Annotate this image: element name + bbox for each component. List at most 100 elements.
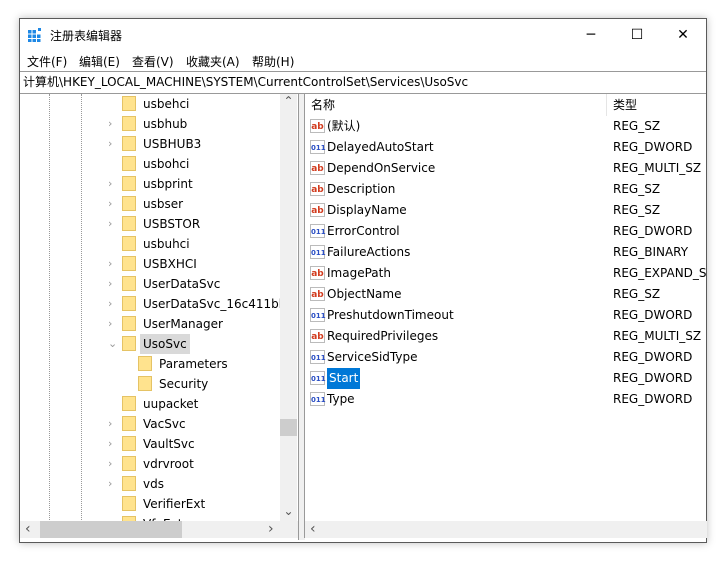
- tree-item[interactable]: › VaultSvc: [20, 434, 280, 454]
- tree-item[interactable]: › usbhub: [20, 114, 280, 134]
- menu-favorites[interactable]: 收藏夹(A): [186, 53, 240, 70]
- menu-bar: 文件(F) 编辑(E) 查看(V) 收藏夹(A) 帮助(H): [20, 51, 706, 71]
- value-row[interactable]: 011 FailureActions REG_BINARY: [305, 242, 707, 263]
- tree-item[interactable]: › USBSTOR: [20, 214, 280, 234]
- expand-arrow-icon[interactable]: ›: [108, 134, 112, 154]
- expand-arrow-icon[interactable]: ›: [108, 114, 112, 134]
- tree-hscroll-thumb[interactable]: [40, 521, 182, 538]
- expand-arrow-icon[interactable]: ›: [108, 274, 112, 294]
- value-row[interactable]: 011 ServiceSidType REG_DWORD: [305, 347, 707, 368]
- menu-help[interactable]: 帮助(H): [252, 53, 294, 70]
- expand-arrow-icon[interactable]: ›: [108, 474, 112, 494]
- scroll-left-icon[interactable]: ‹: [310, 521, 316, 537]
- tree-item[interactable]: › UserDataSvc_16c411bb: [20, 294, 286, 314]
- expand-arrow-icon[interactable]: ›: [108, 454, 112, 474]
- tree-item[interactable]: ⌄ UsoSvc: [20, 334, 280, 354]
- menu-file[interactable]: 文件(F): [27, 53, 67, 70]
- maximize-button[interactable]: ☐: [614, 19, 660, 51]
- expand-arrow-icon[interactable]: ›: [108, 194, 112, 214]
- folder-icon: [122, 196, 136, 211]
- expand-arrow-icon[interactable]: ⌄: [108, 334, 117, 354]
- folder-icon: [122, 236, 136, 251]
- tree-item-label: VacSvc: [143, 417, 186, 431]
- tree-horizontal-scrollbar[interactable]: ‹ ›: [20, 521, 298, 538]
- value-type: REG_SZ: [613, 182, 661, 196]
- value-name: FailureActions: [327, 245, 411, 259]
- tree-item[interactable]: › usbser: [20, 194, 280, 214]
- value-row[interactable]: 011 Type REG_DWORD: [305, 389, 707, 410]
- value-type: REG_SZ: [613, 203, 661, 217]
- value-type: REG_BINARY: [613, 245, 689, 259]
- scroll-down-icon[interactable]: ⌄: [280, 504, 297, 518]
- expand-arrow-icon[interactable]: ›: [108, 254, 112, 274]
- tree-item[interactable]: usbehci: [20, 94, 280, 114]
- string-value-icon: ab: [310, 161, 325, 175]
- value-row[interactable]: ab DependOnService REG_MULTI_SZ: [305, 158, 707, 179]
- close-button[interactable]: ✕: [660, 19, 706, 51]
- binary-value-icon: 011: [310, 350, 326, 364]
- column-type-header[interactable]: 类型: [613, 94, 637, 116]
- expand-arrow-icon[interactable]: ›: [108, 214, 112, 234]
- tree-item[interactable]: › vds: [20, 474, 280, 494]
- expand-arrow-icon[interactable]: ›: [108, 314, 112, 334]
- string-value-icon: ab: [310, 287, 325, 301]
- tree-item-label: USBHUB3: [143, 137, 202, 151]
- tree-scroll-thumb[interactable]: [280, 419, 297, 436]
- scroll-right-icon[interactable]: ›: [268, 521, 274, 537]
- value-type: REG_DWORD: [613, 308, 693, 322]
- scroll-left-icon[interactable]: ‹: [25, 521, 31, 537]
- folder-icon: [122, 156, 136, 171]
- value-row[interactable]: ab (默认) REG_SZ: [305, 116, 707, 137]
- expand-arrow-icon[interactable]: ›: [108, 434, 112, 454]
- menu-view[interactable]: 查看(V): [132, 53, 174, 70]
- folder-icon: [122, 136, 136, 151]
- minimize-button[interactable]: ─: [568, 19, 614, 51]
- value-row[interactable]: ab RequiredPrivileges REG_MULTI_SZ: [305, 326, 707, 347]
- tree-item[interactable]: › UserManager: [20, 314, 280, 334]
- tree-item-label: usbohci: [143, 157, 190, 171]
- tree-vertical-scrollbar[interactable]: ⌃ ⌄: [280, 94, 297, 522]
- tree-item[interactable]: uupacket: [20, 394, 280, 414]
- folder-icon: [122, 496, 136, 511]
- tree-item[interactable]: usbuhci: [20, 234, 280, 254]
- menu-edit[interactable]: 编辑(E): [79, 53, 120, 70]
- value-row[interactable]: 011 ErrorControl REG_DWORD: [305, 221, 707, 242]
- expand-arrow-icon[interactable]: ›: [108, 414, 112, 434]
- value-row[interactable]: 011 PreshutdownTimeout REG_DWORD: [305, 305, 707, 326]
- tree-item-label: usbser: [143, 197, 184, 211]
- expand-arrow-icon[interactable]: ›: [108, 294, 112, 314]
- tree-item[interactable]: › USBXHCI: [20, 254, 280, 274]
- expand-arrow-icon[interactable]: ›: [108, 174, 112, 194]
- column-name-header[interactable]: 名称: [311, 94, 335, 116]
- value-name: ErrorControl: [327, 224, 400, 238]
- tree-item[interactable]: usbohci: [20, 154, 280, 174]
- value-row[interactable]: ab ObjectName REG_SZ: [305, 284, 707, 305]
- tree-item-label: usbehci: [143, 97, 190, 111]
- value-row[interactable]: ab Description REG_SZ: [305, 179, 707, 200]
- value-type: REG_DWORD: [613, 224, 693, 238]
- value-row[interactable]: ab ImagePath REG_EXPAND_SZ: [305, 263, 707, 284]
- string-value-icon: ab: [310, 329, 325, 343]
- values-list: 名称 类型 ab (默认) REG_SZ 011 DelayedAutoStart REG…: [304, 94, 707, 538]
- value-row[interactable]: 011 DelayedAutoStart REG_DWORD: [305, 137, 707, 158]
- string-value-icon: ab: [310, 266, 325, 280]
- tree-item-label: UserManager: [143, 317, 223, 331]
- value-type: REG_SZ: [613, 287, 661, 301]
- tree-item[interactable]: › usbprint: [20, 174, 280, 194]
- tree-item[interactable]: Security: [20, 374, 280, 394]
- scroll-up-icon[interactable]: ⌃: [280, 94, 297, 108]
- tree-item-label: Security: [159, 377, 209, 391]
- value-row[interactable]: ab DisplayName REG_SZ: [305, 200, 707, 221]
- address-bar[interactable]: 计算机\HKEY_LOCAL_MACHINE\SYSTEM\CurrentCon…: [20, 71, 706, 94]
- tree-item[interactable]: › UserDataSvc: [20, 274, 280, 294]
- tree-item[interactable]: › vdrvroot: [20, 454, 280, 474]
- tree-item[interactable]: Parameters: [20, 354, 280, 374]
- value-row[interactable]: 011 Start REG_DWORD: [305, 368, 707, 389]
- tree-item[interactable]: › USBHUB3: [20, 134, 280, 154]
- folder-icon: [122, 216, 136, 231]
- values-horizontal-scrollbar[interactable]: ‹: [305, 521, 707, 538]
- tree-item[interactable]: › VacSvc: [20, 414, 280, 434]
- binary-value-icon: 011: [310, 245, 326, 259]
- tree-item[interactable]: VerifierExt: [20, 494, 280, 514]
- folder-icon: [122, 436, 136, 451]
